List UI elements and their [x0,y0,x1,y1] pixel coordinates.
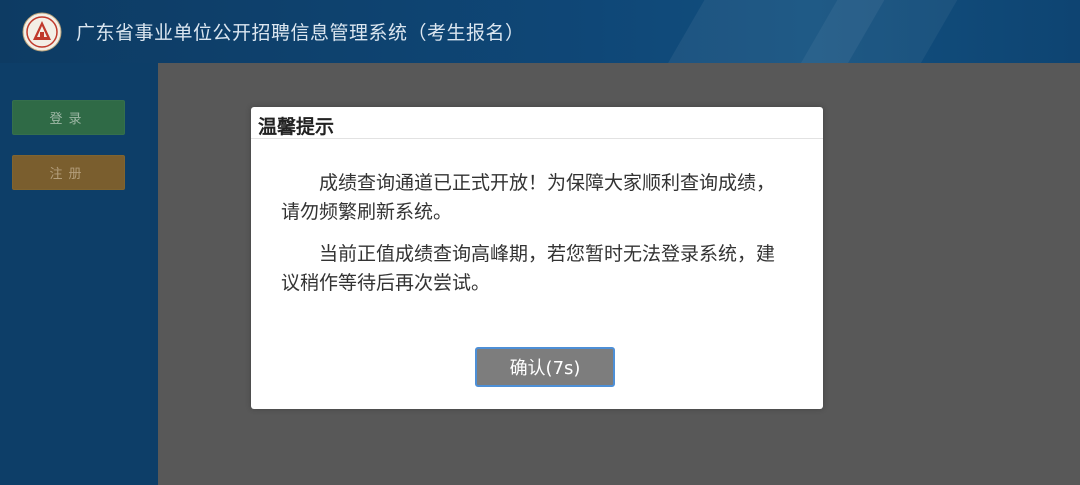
login-button[interactable]: 登录 [12,100,125,135]
notice-paragraph-2: 当前正值成绩查询高峰期，若您暂时无法登录系统，建议稍作等待后再次尝试。 [281,243,776,294]
notice-paragraph-1: 成绩查询通道已正式开放！为保障大家顺利查询成绩，请勿频繁刷新系统。 [281,172,776,223]
system-title: 广东省事业单位公开招聘信息管理系统（考生报名） [76,22,525,44]
sidebar: 登录 注册 [0,63,158,485]
confirm-button[interactable]: 确认(7s) [475,347,615,387]
notice-dialog: 温馨提示 成绩查询通道已正式开放！为保障大家顺利查询成绩，请勿频繁刷新系统。 当… [251,107,823,409]
register-button[interactable]: 注册 [12,155,125,190]
dialog-body: 成绩查询通道已正式开放！为保障大家顺利查询成绩，请勿频繁刷新系统。 当前正值成绩… [281,169,793,311]
header-bar: 广东省事业单位公开招聘信息管理系统（考生报名） [0,0,1080,63]
dialog-header: 温馨提示 [251,107,823,139]
emblem-logo-icon [22,12,62,52]
page: 广东省事业单位公开招聘信息管理系统（考生报名） 登录 注册 温馨提示 成绩查询通… [0,0,1080,485]
dialog-title: 温馨提示 [258,116,335,138]
